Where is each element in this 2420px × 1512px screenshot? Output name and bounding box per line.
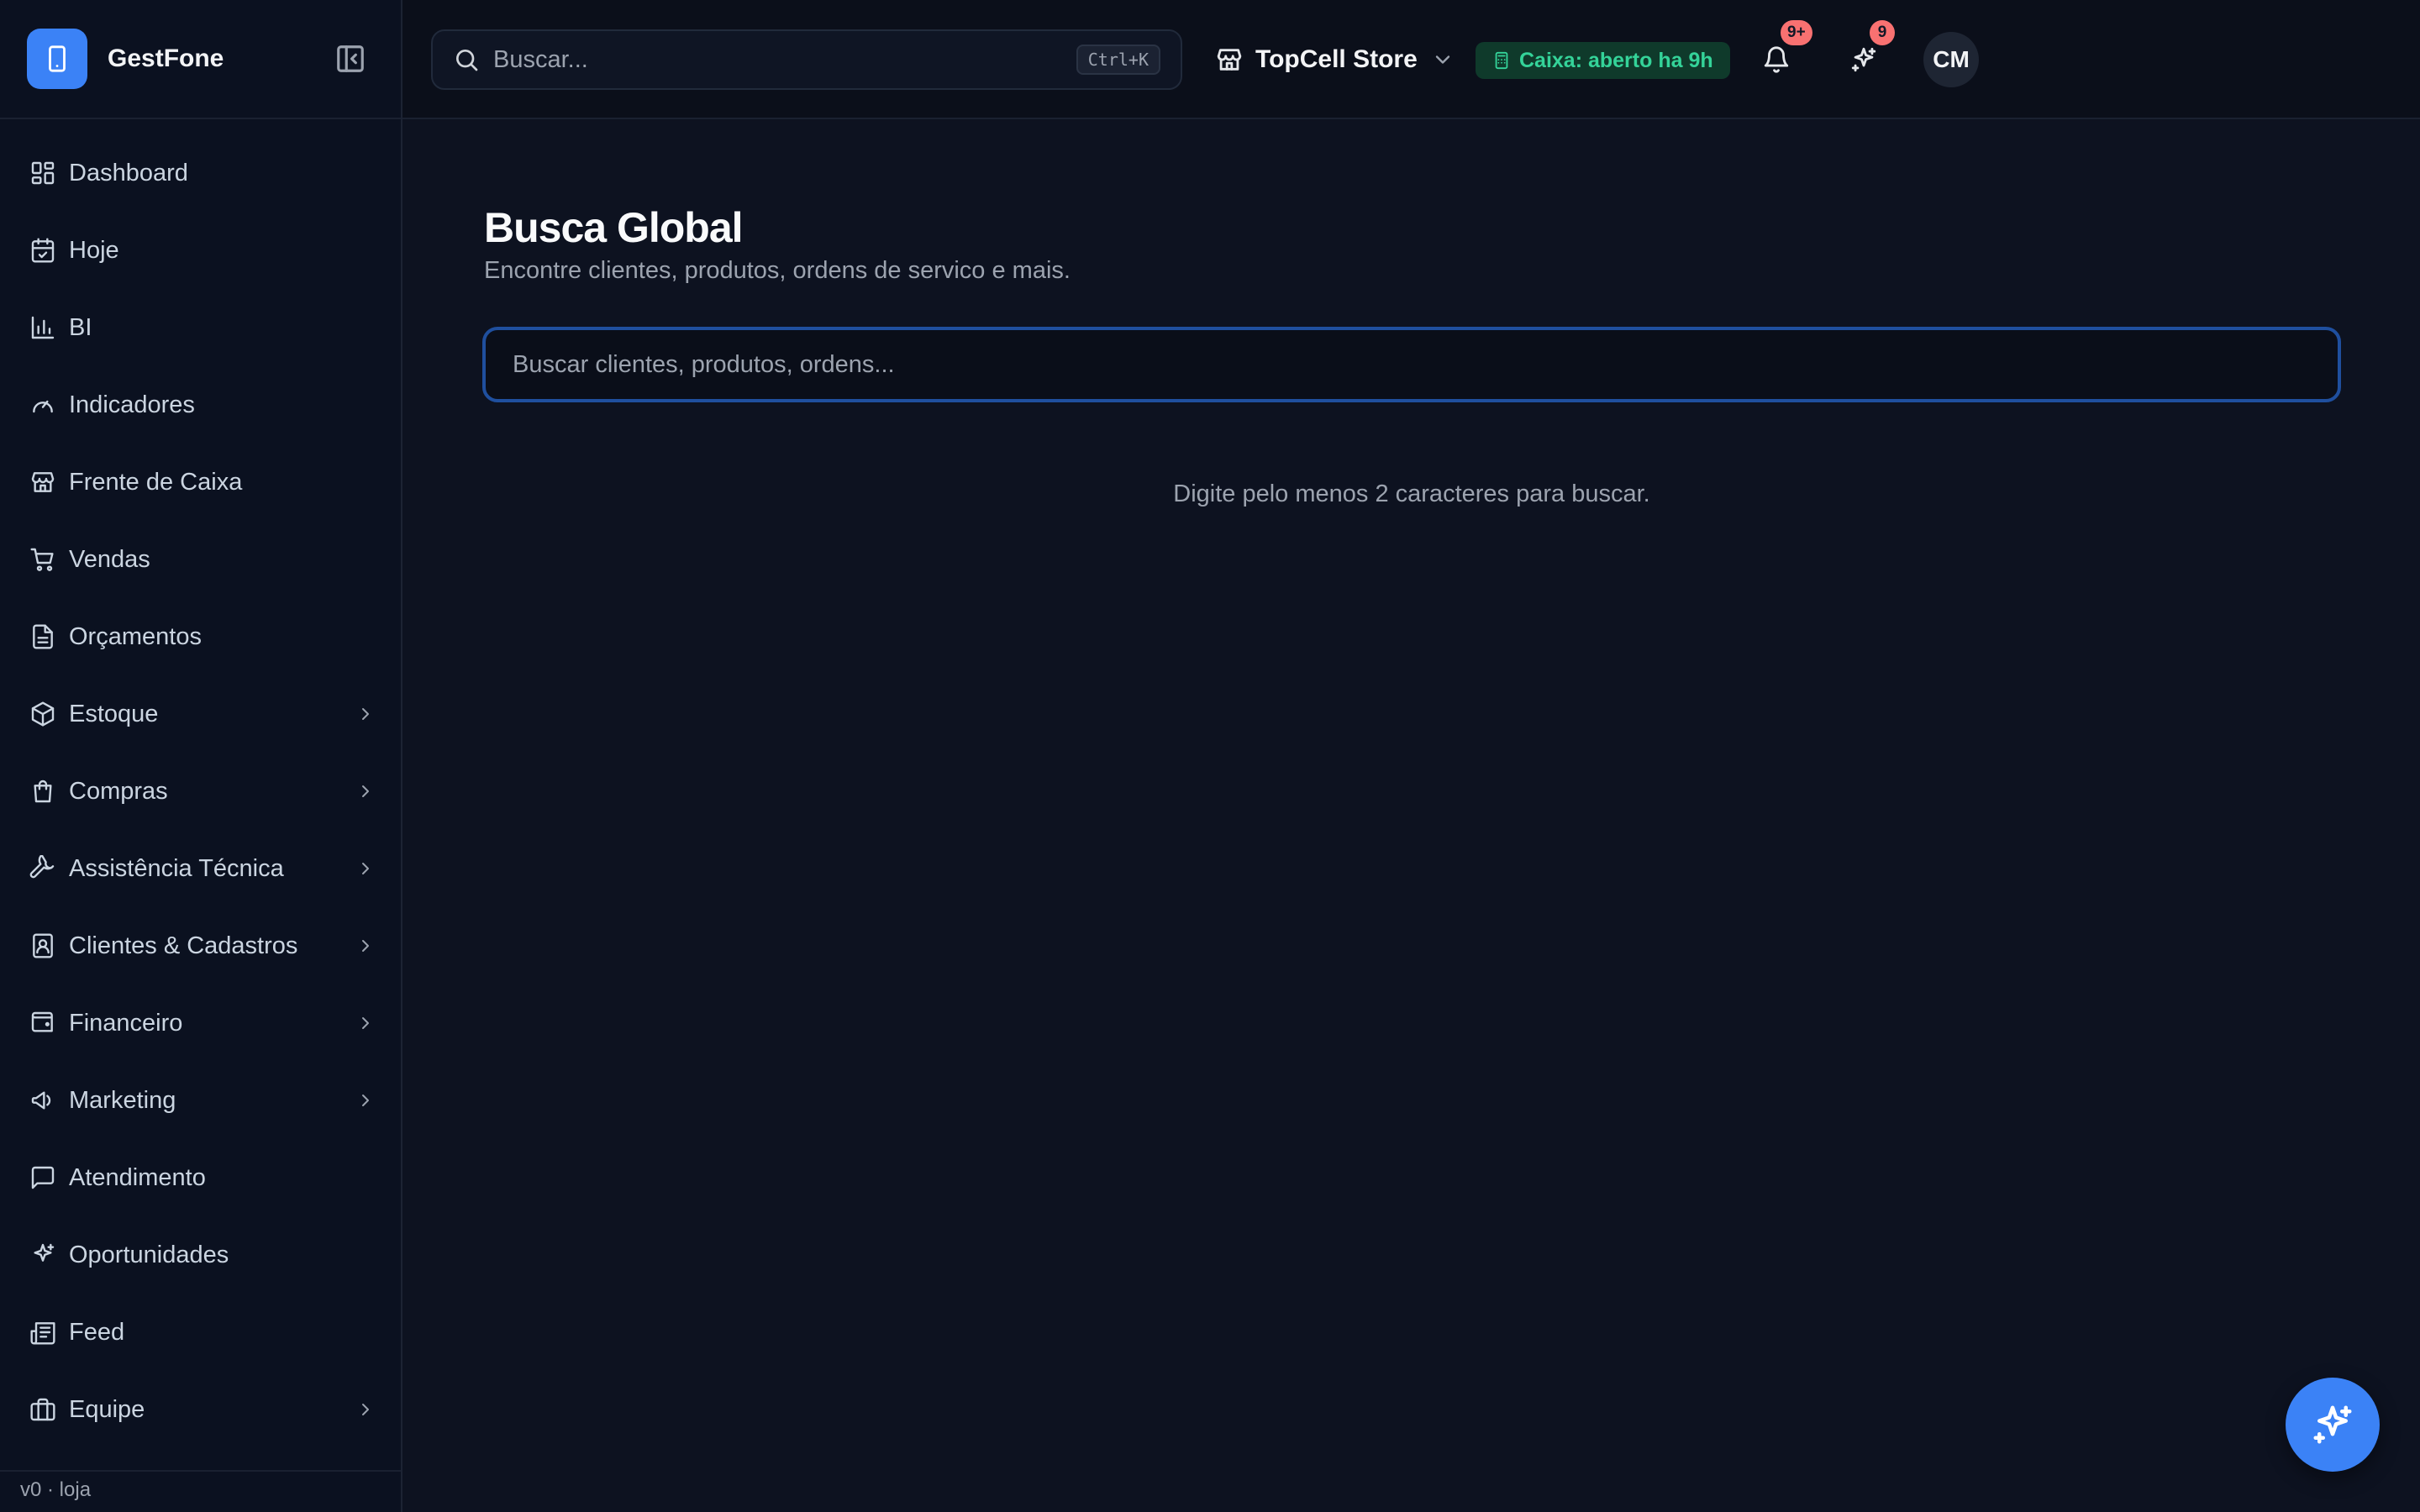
sparkles-icon (29, 1241, 57, 1269)
shopping-bag-icon (29, 777, 57, 806)
sidebar-item-vendas[interactable]: Vendas (0, 521, 401, 598)
app-root: GestFone Dashboard Hoje BI Indicadores Frent… (0, 0, 2420, 1512)
brand-name: GestFone (108, 45, 224, 72)
user-avatar[interactable]: CM (1923, 32, 1979, 87)
store-name: TopCell Store (1255, 45, 1418, 73)
newspaper-icon (29, 1318, 57, 1347)
sidebar-item-label: BI (69, 313, 92, 341)
sidebar-collapse-button[interactable] (327, 35, 374, 82)
chevron-right-icon (354, 1011, 377, 1035)
topbar: Ctrl+K TopCell Store Caixa: aberto ha 9h… (402, 0, 2420, 119)
bar-chart-icon (29, 313, 57, 342)
sidebar-item-label: Oportunidades (69, 1241, 229, 1268)
sidebar-item-label: Orçamentos (69, 622, 202, 650)
sidebar-item-indicadores[interactable]: Indicadores (0, 366, 401, 444)
dashboard-icon (29, 159, 57, 187)
global-search-box[interactable]: Ctrl+K (431, 29, 1182, 90)
wrench-icon (29, 854, 57, 883)
briefcase-icon (29, 1395, 57, 1424)
version-label: v0 · loja (0, 1470, 401, 1512)
caixa-status-text: Caixa: aberto ha 9h (1519, 48, 1713, 72)
caixa-status-badge[interactable]: Caixa: aberto ha 9h (1476, 42, 1730, 79)
brand-header: GestFone (0, 0, 401, 119)
message-icon (29, 1163, 57, 1192)
sidebar-item-label: Vendas (69, 545, 150, 573)
chevron-down-icon (1435, 55, 1449, 64)
sidebar-item-label: Dashboard (69, 159, 188, 186)
cart-icon (29, 545, 57, 574)
sidebar-item-label: Atendimento (69, 1163, 206, 1191)
global-search-input[interactable] (482, 327, 2341, 402)
chevron-right-icon (354, 1089, 377, 1112)
sidebar-item-assistencia-tecnica[interactable]: Assistência Técnica (0, 830, 401, 907)
calendar-check-icon (29, 236, 57, 265)
page-subtitle: Encontre clientes, produtos, ordens de s… (484, 257, 1071, 284)
sidebar-item-equipe[interactable]: Equipe (0, 1371, 401, 1448)
sidebar-item-label: Compras (69, 777, 168, 805)
sidebar-item-estoque[interactable]: Estoque (0, 675, 401, 753)
sidebar-item-atendimento[interactable]: Atendimento (0, 1139, 401, 1216)
sidebar-item-label: Indicadores (69, 391, 195, 418)
sidebar-item-compras[interactable]: Compras (0, 753, 401, 830)
chevron-right-icon (354, 780, 377, 803)
sidebar-item-label: Frente de Caixa (69, 468, 243, 496)
sidebar-item-label: Equipe (69, 1395, 145, 1423)
sidebar-item-frente-de-caixa[interactable]: Frente de Caixa (0, 444, 401, 521)
store-icon (29, 468, 57, 496)
topbar-search-input[interactable] (493, 45, 1076, 74)
sidebar-item-label: Estoque (69, 700, 159, 727)
sidebar-item-feed[interactable]: Feed (0, 1294, 401, 1371)
page-title: Busca Global (484, 204, 744, 251)
megaphone-icon (29, 1086, 57, 1115)
sidebar-item-marketing[interactable]: Marketing (0, 1062, 401, 1139)
main-content: Busca Global Encontre clientes, produtos… (402, 119, 2420, 1512)
ai-opportunities-button[interactable]: 9 (1836, 20, 1895, 87)
sparkles-icon (2313, 1405, 2352, 1444)
chevron-right-icon (354, 1398, 377, 1421)
chevron-right-icon (354, 857, 377, 880)
sparkles-icon (1851, 47, 1876, 72)
sidebar-nav: Dashboard Hoje BI Indicadores Frente de Caix… (0, 119, 401, 1448)
bell-icon (1764, 46, 1789, 73)
store-selector[interactable]: TopCell Store (1215, 32, 1455, 87)
sidebar-item-label: Feed (69, 1318, 125, 1346)
contact-book-icon (29, 932, 57, 960)
package-icon (29, 700, 57, 728)
ai-assistant-fab[interactable] (2286, 1378, 2380, 1472)
search-icon (456, 50, 478, 71)
gauge-icon (29, 391, 57, 419)
sidebar-item-label: Clientes & Cadastros (69, 932, 298, 959)
sidebar-item-label: Marketing (69, 1086, 176, 1114)
chevron-right-icon (354, 702, 377, 726)
sidebar-item-label: Hoje (69, 236, 119, 264)
search-shortcut-badge: Ctrl+K (1076, 45, 1160, 75)
sidebar: GestFone Dashboard Hoje BI Indicadores Frent… (0, 0, 402, 1512)
sidebar-item-bi[interactable]: BI (0, 289, 401, 366)
store-icon (1217, 49, 1242, 71)
phone-icon (27, 29, 87, 89)
calculator-icon (1495, 51, 1508, 70)
sidebar-item-label: Assistência Técnica (69, 854, 284, 882)
notifications-count-badge: 9+ (1781, 20, 1812, 45)
chevron-right-icon (354, 934, 377, 958)
sidebar-item-dashboard[interactable]: Dashboard (0, 134, 401, 212)
search-hint: Digite pelo menos 2 caracteres para busc… (1173, 480, 1650, 507)
ai-count-badge: 9 (1870, 20, 1895, 45)
file-text-icon (29, 622, 57, 651)
notifications-button[interactable]: 9+ (1749, 20, 1812, 87)
sidebar-item-label: Financeiro (69, 1009, 183, 1037)
sidebar-item-oportunidades[interactable]: Oportunidades (0, 1216, 401, 1294)
sidebar-item-financeiro[interactable]: Financeiro (0, 984, 401, 1062)
sidebar-item-hoje[interactable]: Hoje (0, 212, 401, 289)
wallet-icon (29, 1009, 57, 1037)
panel-left-close-icon (337, 45, 364, 72)
sidebar-item-clientes-cadastros[interactable]: Clientes & Cadastros (0, 907, 401, 984)
sidebar-item-orcamentos[interactable]: Orçamentos (0, 598, 401, 675)
